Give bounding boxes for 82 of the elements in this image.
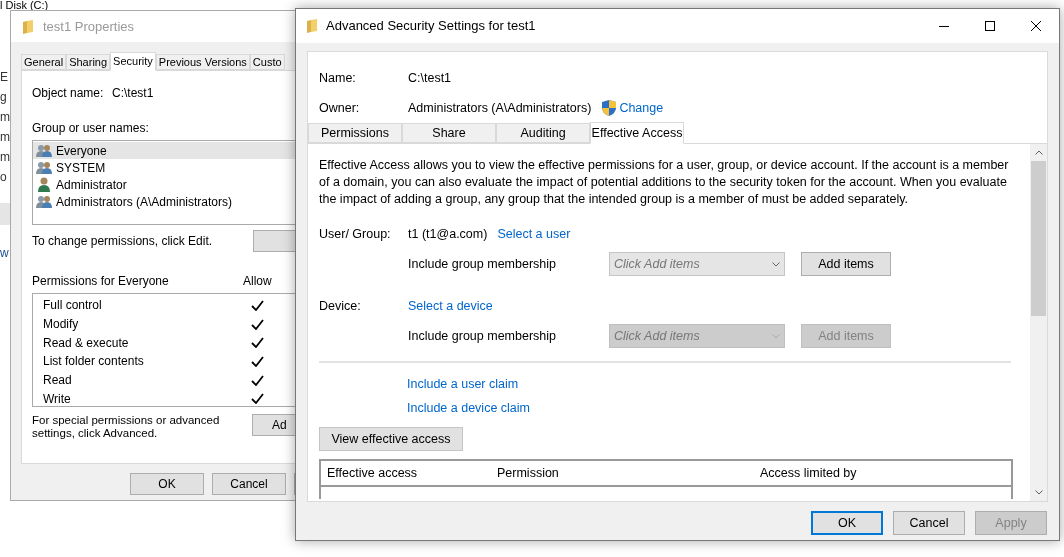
chevron-down-icon — [772, 333, 780, 339]
permission-name: List folder contents — [43, 353, 145, 371]
field-label: Include group membership — [408, 255, 557, 273]
object-name: C:\test1 — [112, 85, 154, 102]
file-name: E — [0, 70, 9, 85]
user-list-item[interactable]: Administrators (A\Administrators) — [33, 193, 295, 210]
field-label: Include group membership — [408, 327, 557, 345]
users-icon — [36, 143, 52, 158]
scroll-up-icon[interactable] — [1034, 150, 1043, 155]
check-icon — [251, 393, 264, 405]
shield-icon — [602, 100, 617, 116]
permission-name: Read — [43, 372, 73, 390]
permission-name: Read & execute — [43, 334, 130, 352]
hint-text: To change permissions, click Edit. — [32, 233, 214, 250]
dialog-button[interactable]: OK — [130, 473, 204, 495]
file-name: w — [0, 246, 10, 261]
change-link[interactable]: Change — [619, 98, 664, 118]
chevron-down-icon — [772, 261, 780, 267]
tab[interactable]: General — [21, 54, 67, 70]
add-items-button[interactable]: Add items — [801, 252, 891, 276]
section-label: Permissions for Everyone — [32, 273, 170, 290]
description-text: Effective Access allows you to view the effective permissions for a user, group, or device account. If the account is a member of a domain, you can also evaluate the impact of potential additions to the security token for the account. When you evaluate the impact of adding a group, any group that the intended group is a member of must be added separately. — [319, 157, 1010, 208]
tab[interactable]: Share — [402, 123, 496, 143]
users-icon — [36, 160, 52, 175]
advanced-button[interactable]: Ad — [251, 414, 295, 436]
folder-icon — [307, 19, 317, 33]
column-header: Effective access — [327, 464, 419, 482]
permission-name: Modify — [43, 316, 80, 334]
permission-name: Full control — [43, 297, 103, 315]
close-icon — [1031, 21, 1041, 31]
file-name: o — [0, 170, 8, 185]
file-name: m — [0, 150, 11, 165]
select-link[interactable]: Select a user — [497, 224, 571, 244]
check-icon — [251, 374, 264, 386]
tab[interactable]: Security — [110, 52, 156, 71]
file-name: g — [0, 90, 8, 105]
field-label: Object name: — [32, 85, 105, 102]
claim-link[interactable]: Include a device claim — [407, 399, 530, 417]
claim-link[interactable]: Include a user claim — [407, 375, 519, 393]
tab[interactable]: Effective Access — [590, 122, 684, 144]
user-icon — [38, 177, 50, 192]
tab[interactable]: Sharing — [66, 54, 111, 70]
dialog-button[interactable]: OK — [811, 511, 883, 535]
column-header: Allow — [243, 273, 272, 290]
maximize-icon — [985, 21, 995, 31]
users-icon — [36, 194, 52, 209]
edit-button[interactable] — [252, 230, 295, 252]
dialog-button[interactable]: Cancel — [893, 511, 965, 535]
view-access-button[interactable]: View effective access — [319, 427, 463, 451]
field-label: Owner: — [319, 99, 361, 117]
check-icon — [251, 337, 264, 349]
hint-text: For special permissions or advanced settings, click Advanced. — [32, 414, 221, 440]
tab[interactable]: Auditing — [496, 123, 590, 143]
user-list-item[interactable]: Administrator — [33, 176, 295, 193]
user-list-item[interactable]: SYSTEM — [33, 159, 295, 176]
field-label: User/ Group: — [319, 225, 392, 243]
dialog-button[interactable]: Cancel — [212, 473, 286, 495]
file-name: m — [0, 130, 11, 145]
field-label: Device: — [319, 297, 362, 315]
column-header: Access limited by — [760, 464, 857, 482]
column-header: Permission — [497, 464, 560, 482]
tab[interactable]: Previous Versions — [155, 54, 250, 70]
user-name: t1 (t1@a.com) — [408, 225, 488, 243]
group-dropdown[interactable]: Click Add items — [609, 252, 785, 276]
permission-name: Write — [43, 390, 72, 406]
folder-icon — [23, 19, 33, 34]
file-name: m — [0, 110, 11, 125]
field-label: Name: — [319, 69, 357, 87]
object-name: C:\test1 — [408, 69, 452, 87]
user-list-item[interactable]: Everyone — [33, 142, 295, 159]
section-label: Group or user names: — [32, 120, 150, 137]
window-title: Advanced Security Settings for test1 — [326, 17, 536, 36]
window-title: test1 Properties — [43, 17, 135, 36]
owner-name: Administrators (A\Administrators) — [408, 99, 592, 117]
check-icon — [251, 355, 264, 367]
minimize-icon — [939, 25, 949, 27]
check-icon — [251, 299, 264, 311]
scroll-down-icon[interactable] — [1034, 490, 1043, 495]
scroll-thumb[interactable] — [1031, 161, 1046, 316]
tab[interactable]: Custo — [249, 54, 285, 70]
check-icon — [251, 318, 264, 330]
tab[interactable]: Permissions — [308, 123, 402, 143]
